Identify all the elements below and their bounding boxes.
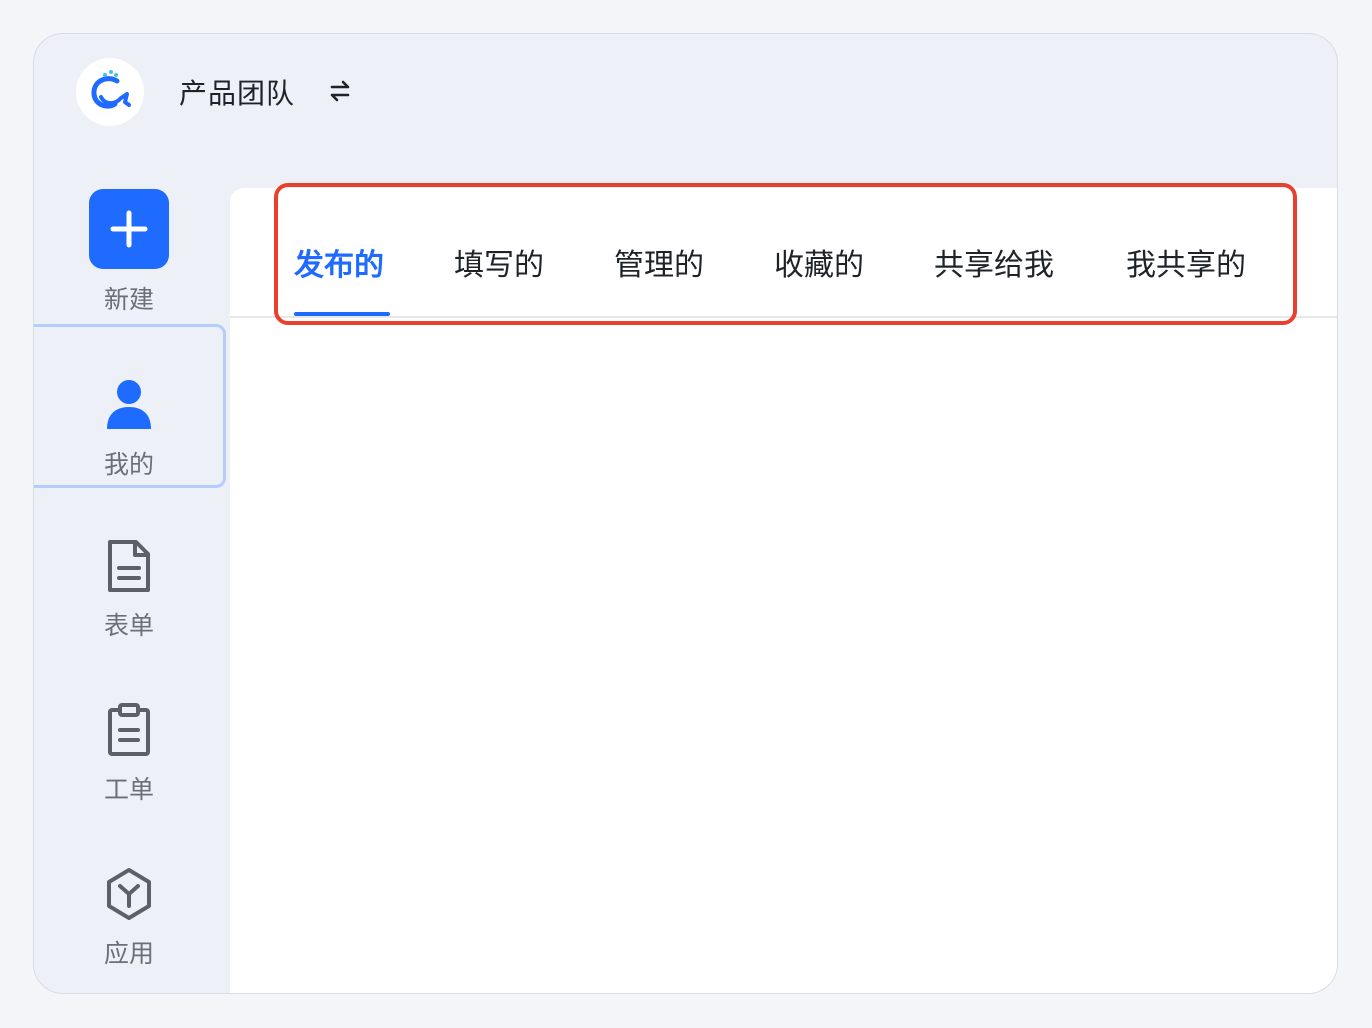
user-icon (107, 380, 151, 429)
app-window: 产品团队 新建 我的 表单 工单 应用 发布的 填写的 管理的 收藏的 共享给我… (33, 33, 1338, 994)
clipboard-icon (108, 703, 150, 756)
new-button[interactable] (89, 189, 169, 269)
plus-icon (110, 210, 148, 248)
tab-shared-with-me[interactable]: 共享给我 (934, 240, 1054, 284)
sidebar-item-apps[interactable]: 应用 (34, 816, 226, 980)
sidebar-item-mine[interactable]: 我的 (34, 324, 226, 488)
app-hexagon-icon (107, 868, 151, 920)
sidebar-item-label: 表单 (103, 611, 154, 640)
new-button-label: 新建 (103, 285, 154, 314)
app-logo (76, 58, 144, 126)
tab-favorites[interactable]: 收藏的 (774, 240, 864, 284)
tab-bar: 发布的 填写的 管理的 收藏的 共享给我 我共享的 (230, 188, 1337, 318)
active-tab-indicator (294, 312, 390, 316)
tab-filled[interactable]: 填写的 (454, 240, 544, 284)
tab-published[interactable]: 发布的 (294, 240, 384, 284)
team-name[interactable]: 产品团队 (179, 72, 295, 112)
sidebar-item-label: 工单 (103, 775, 154, 804)
tab-managed[interactable]: 管理的 (614, 240, 704, 284)
sidebar: 新建 我的 表单 工单 应用 (34, 184, 230, 993)
main-panel: 发布的 填写的 管理的 收藏的 共享给我 我共享的 (230, 188, 1337, 993)
sidebar-item-tickets[interactable]: 工单 (34, 652, 226, 816)
sidebar-item-label: 我的 (103, 450, 154, 479)
sidebar-item-label: 应用 (103, 939, 154, 968)
form-document-icon (108, 540, 150, 592)
sidebar-item-forms[interactable]: 表单 (34, 488, 226, 652)
switch-arrows-icon[interactable] (327, 78, 353, 104)
tab-shared-by-me[interactable]: 我共享的 (1126, 240, 1246, 284)
whale-logo-icon (91, 70, 131, 109)
